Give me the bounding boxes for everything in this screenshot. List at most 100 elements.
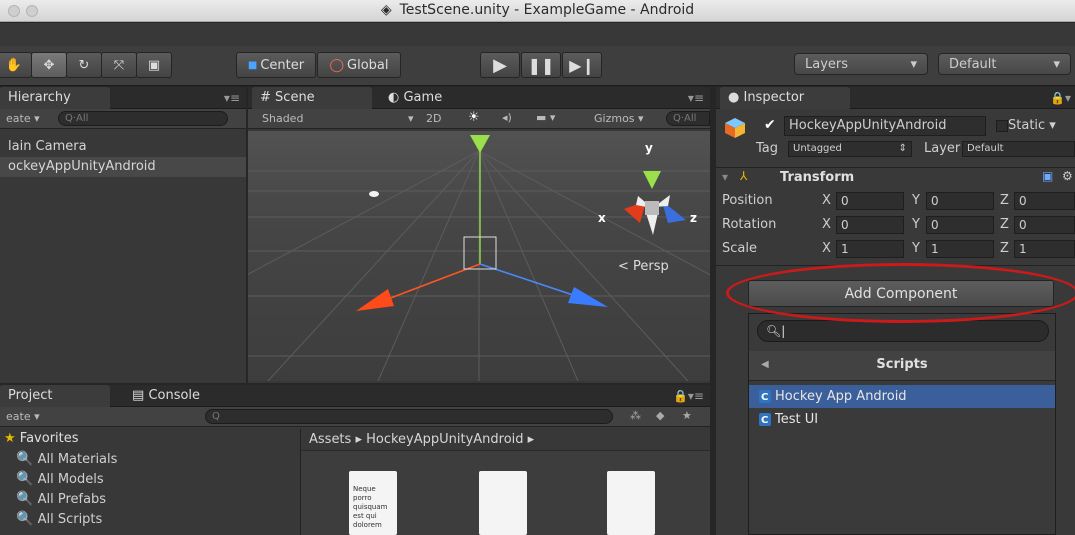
create-dropdown[interactable]: eate ▾ (6, 410, 40, 423)
tab-console[interactable]: ▤ Console (124, 385, 234, 407)
lighting-toggle-icon[interactable]: ☀ (468, 110, 480, 125)
layout-dropdown[interactable]: Default ▾ (938, 53, 1071, 75)
hierarchy-item-hockeyapp[interactable]: ockeyAppUnityAndroid (0, 157, 246, 177)
help-book-icon[interactable]: ▣ (1042, 169, 1053, 183)
tab-hierarchy[interactable]: Hierarchy (0, 87, 110, 109)
position-z-field[interactable]: 0 (1014, 192, 1075, 210)
layer-dropdown[interactable]: Default (962, 141, 1075, 157)
tag-dropdown[interactable]: Untagged ⇕ (788, 141, 912, 157)
gizmos-dropdown[interactable]: Gizmos ▾ (594, 112, 644, 125)
layers-dropdown[interactable]: Layers ▾ (794, 53, 928, 75)
filter-by-type-icon[interactable]: ⁂ (630, 409, 641, 422)
projection-toggle[interactable]: < Persp (618, 259, 669, 274)
create-dropdown[interactable]: eate ▾ (6, 112, 40, 125)
pivot-global-button[interactable]: ◯ Global (317, 52, 401, 78)
search-icon: 🔍 (16, 511, 34, 527)
script-item-test-ui[interactable]: Test UI (749, 408, 1055, 432)
pivot-center-button[interactable]: ■ Center (236, 52, 316, 78)
position-y-field[interactable]: 0 (926, 192, 994, 210)
search-icon: 🔍 (16, 491, 34, 507)
shading-dropdown[interactable]: Shaded (262, 112, 303, 125)
favorite-all-prefabs[interactable]: 🔍 All Prefabs (0, 489, 300, 509)
rect-tool-button[interactable]: ▣ (136, 52, 172, 78)
hand-tool-button[interactable]: ✋ (0, 52, 32, 78)
assets-area: Assets ▸ HockeyAppUnityAndroid ▸ Neque p… (300, 429, 710, 535)
hash-icon: # (260, 90, 271, 105)
scale-x-field[interactable]: 1 (836, 240, 904, 258)
scale-row: Scale X 1 Y 1 Z 1 (716, 239, 1075, 263)
scale-z-field[interactable]: 1 (1014, 240, 1075, 258)
favorites-star-icon[interactable]: ★ (682, 409, 692, 422)
pause-button[interactable]: ❚❚ (521, 52, 561, 78)
project-tabbar: Project ▤ Console 🔒▾≡ (0, 385, 710, 407)
effects-toggle-icon[interactable]: ▬ ▾ (536, 111, 555, 124)
move-tool-button[interactable]: ✥ (31, 52, 67, 78)
panel-menu-icon[interactable]: ▾≡ (224, 91, 240, 105)
transform-rows: Position X 0 Y 0 Z 0 Rotation X 0 Y 0 Z … (716, 191, 1075, 263)
scale-y-field[interactable]: 1 (926, 240, 994, 258)
breadcrumb[interactable]: Assets ▸ HockeyAppUnityAndroid ▸ (301, 429, 710, 451)
mode-2d-toggle[interactable]: 2D (426, 112, 441, 125)
favorite-all-materials[interactable]: 🔍 All Materials (0, 449, 300, 469)
favorite-all-models[interactable]: 🔍 All Models (0, 469, 300, 489)
scene-viewport[interactable]: y x z < Persp (248, 131, 710, 381)
asset-file-blank[interactable] (607, 471, 655, 535)
tab-project[interactable]: Project (0, 385, 110, 407)
gizmo-neg-y-cone[interactable] (646, 213, 658, 235)
light-icon[interactable] (369, 191, 379, 197)
globe-icon: ◯ (329, 57, 345, 73)
project-search-input[interactable]: Q (205, 409, 613, 424)
position-row: Position X 0 Y 0 Z 0 (716, 191, 1075, 215)
filter-by-label-icon[interactable]: ◆ (656, 409, 664, 422)
panel-menu-icon[interactable]: 🔒▾≡ (673, 389, 704, 403)
hierarchy-tabbar: Hierarchy ▾≡ (0, 87, 246, 109)
asset-file-blank[interactable] (479, 471, 527, 535)
scene-search-input[interactable]: Q·All (666, 111, 710, 126)
rotation-x-field[interactable]: 0 (836, 216, 904, 234)
object-name-field[interactable]: HockeyAppUnityAndroid (784, 116, 986, 136)
y-axis-handle[interactable] (470, 135, 490, 153)
asset-file-document[interactable]: Neque porro quisquam est qui dolorem (349, 471, 397, 535)
csharp-script-icon (759, 409, 771, 432)
pivot-icon: ■ (247, 59, 258, 71)
favorites-header[interactable]: ★ Favorites (0, 429, 300, 449)
settings-gear-icon[interactable]: ⚙ (1062, 169, 1073, 183)
hierarchy-search-input[interactable]: Q·All (58, 111, 228, 126)
hierarchy-item-main-camera[interactable]: lain Camera (0, 137, 246, 157)
tab-game[interactable]: ◐ Game (380, 87, 490, 109)
step-button[interactable]: ▶❙ (562, 52, 602, 78)
script-item-hockey-app-android[interactable]: Hockey App Android (749, 385, 1055, 409)
gizmo-label-z: z (690, 211, 697, 225)
transform-header[interactable]: ▾ ⅄ Transform ▣ ⚙ (716, 167, 1075, 187)
scene-subbar: Shaded ▾ 2D ☀ ◂) ▬ ▾ Gizmos ▾ Q·All (248, 109, 710, 129)
component-search-input[interactable]: 🔍︎| (757, 320, 1049, 342)
highlight-annotation-ellipse (726, 263, 1075, 323)
panel-menu-icon[interactable]: ▾≡ (688, 91, 704, 105)
favorite-all-scripts[interactable]: 🔍 All Scripts (0, 509, 300, 529)
scene-canvas (248, 135, 710, 381)
window-title: ◈ TestScene.unity - ExampleGame - Android (380, 2, 695, 18)
z-axis-handle[interactable] (568, 287, 608, 307)
tab-scene[interactable]: # Scene (252, 87, 372, 109)
tab-inspector[interactable]: ● Inspector (720, 87, 850, 109)
scene-orientation-gizmo[interactable] (624, 171, 686, 235)
rotation-z-field[interactable]: 0 (1014, 216, 1075, 234)
audio-toggle-icon[interactable]: ◂) (502, 111, 512, 124)
transform-title: Transform (780, 170, 855, 185)
rotate-tool-button[interactable]: ↻ (66, 52, 102, 78)
foldout-arrow-icon[interactable]: ▾ (722, 170, 728, 184)
play-button[interactable]: ▶ (480, 52, 520, 78)
hierarchy-list: lain Camera ockeyAppUnityAndroid (0, 137, 246, 177)
category-header[interactable]: ◀ Scripts (749, 351, 1055, 381)
rotation-y-field[interactable]: 0 (926, 216, 994, 234)
static-toggle[interactable]: Static ▾ (996, 118, 1056, 133)
x-axis-handle[interactable] (356, 289, 394, 311)
unity-scene-icon: ◈ (380, 2, 392, 18)
gizmo-center-cube[interactable] (645, 201, 659, 215)
scale-tool-button[interactable]: ⤧ (101, 52, 137, 78)
active-checkbox[interactable]: ✔ (764, 117, 776, 133)
static-checkbox[interactable] (996, 119, 1008, 132)
panel-menu-icon[interactable]: 🔒▾ (1050, 91, 1071, 105)
position-x-field[interactable]: 0 (836, 192, 904, 210)
gizmo-y-cone[interactable] (643, 171, 661, 189)
